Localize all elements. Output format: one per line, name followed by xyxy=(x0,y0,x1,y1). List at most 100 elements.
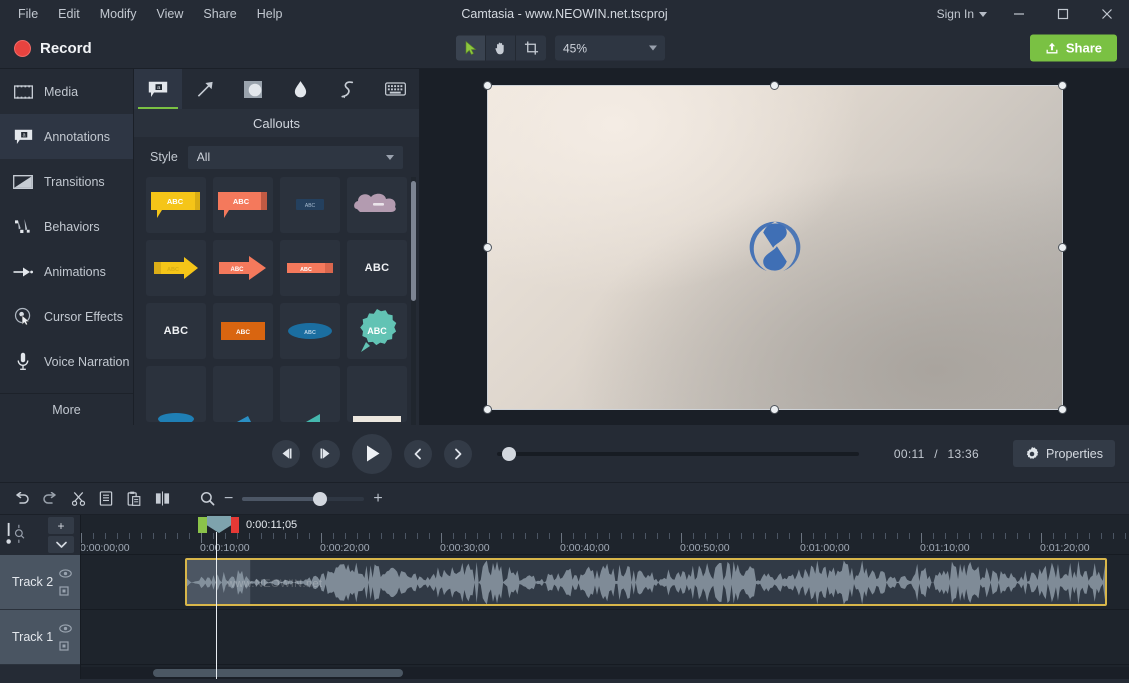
menu-item-view[interactable]: View xyxy=(147,3,194,25)
style-filter-row: Style All xyxy=(134,137,419,177)
next-marker-button[interactable] xyxy=(444,440,472,468)
minimize-button[interactable] xyxy=(997,0,1041,28)
media-clip[interactable]: www.NEOWIN.net xyxy=(185,558,1107,606)
timeline-ruler[interactable]: 0:00:00;000:00:10;000:00:20;000:00:30;00… xyxy=(81,515,1129,555)
maximize-button[interactable] xyxy=(1041,0,1085,28)
callout-thumb-1[interactable]: ABC xyxy=(146,177,206,233)
zoom-out-button[interactable]: − xyxy=(224,491,233,507)
menu-item-modify[interactable]: Modify xyxy=(90,3,147,25)
properties-button[interactable]: Properties xyxy=(1013,440,1115,467)
marker-tool-icon[interactable] xyxy=(6,522,28,548)
eye-icon[interactable] xyxy=(59,569,72,578)
playhead-marker[interactable]: 0:00:11;05 xyxy=(198,516,297,533)
sidebar-item-animations[interactable]: Animations xyxy=(0,249,133,294)
share-button[interactable]: Share xyxy=(1030,35,1117,62)
sidebar-item-annotations[interactable]: a Annotations xyxy=(0,114,133,159)
in-point-marker[interactable] xyxy=(198,517,207,533)
timeline-scrollbar-thumb[interactable] xyxy=(153,669,403,677)
tab-keystroke[interactable] xyxy=(372,69,420,109)
out-point-marker[interactable] xyxy=(231,517,239,533)
resize-handle-middle-right[interactable] xyxy=(1058,243,1067,252)
play-button[interactable] xyxy=(352,434,392,474)
resize-handle-middle-left[interactable] xyxy=(483,243,492,252)
scrub-slider-track[interactable] xyxy=(497,452,859,456)
preview-canvas-area[interactable] xyxy=(420,69,1129,425)
callout-thumb-8[interactable]: ABC xyxy=(347,240,407,296)
callout-thumb-6[interactable]: ABC xyxy=(213,240,273,296)
callout-thumb-14[interactable] xyxy=(213,366,273,422)
resize-handle-top-center[interactable] xyxy=(770,81,779,90)
previous-marker-button[interactable] xyxy=(404,440,432,468)
callout-thumb-12[interactable]: ABC xyxy=(347,303,407,359)
track-header-track-1[interactable]: Track 1 xyxy=(0,610,80,665)
previous-frame-button[interactable] xyxy=(272,440,300,468)
redo-button[interactable] xyxy=(36,486,64,512)
callout-thumb-15[interactable] xyxy=(280,366,340,422)
sidebar-item-transitions[interactable]: Transitions xyxy=(0,159,133,204)
resize-handle-bottom-left[interactable] xyxy=(483,405,492,414)
lock-icon[interactable] xyxy=(59,641,69,651)
timeline-horizontal-scrollbar[interactable] xyxy=(81,667,1129,679)
menu-item-share[interactable]: Share xyxy=(193,3,246,25)
next-frame-button[interactable] xyxy=(312,440,340,468)
callout-thumb-13[interactable] xyxy=(146,366,206,422)
hand-tool-button[interactable] xyxy=(486,36,516,61)
callout-thumb-4[interactable] xyxy=(347,177,407,233)
ruler-tick-minor xyxy=(969,533,970,539)
callout-thumb-7[interactable]: ABC xyxy=(280,240,340,296)
paste-button[interactable] xyxy=(120,486,148,512)
tab-sketch-motion[interactable] xyxy=(324,69,372,109)
playhead-handle[interactable] xyxy=(207,516,231,533)
zoom-level-select[interactable]: 45% xyxy=(555,36,665,61)
add-track-button[interactable]: + xyxy=(48,517,74,534)
magnifier-icon[interactable] xyxy=(200,491,215,506)
callout-thumb-16[interactable] xyxy=(347,366,407,422)
timeline-zoom-handle[interactable] xyxy=(313,492,327,506)
crop-tool-button[interactable] xyxy=(516,36,546,61)
resize-handle-top-left[interactable] xyxy=(483,81,492,90)
track-header-track-2[interactable]: Track 2 xyxy=(0,555,80,610)
sidebar-item-media[interactable]: Media xyxy=(0,69,133,114)
sidebar-item-behaviors[interactable]: Behaviors xyxy=(0,204,133,249)
callout-thumb-10[interactable]: ABC xyxy=(213,303,273,359)
left-sidebar: Media a Annotations Transitions xyxy=(0,69,134,425)
zoom-in-button[interactable]: + xyxy=(373,491,382,507)
scrub-slider-handle[interactable] xyxy=(502,447,516,461)
copy-button[interactable] xyxy=(92,486,120,512)
menu-item-file[interactable]: File xyxy=(8,3,48,25)
sign-in-button[interactable]: Sign In xyxy=(927,7,997,21)
callout-thumb-11[interactable]: ABC xyxy=(280,303,340,359)
sidebar-item-voice-narration[interactable]: Voice Narration xyxy=(0,339,133,384)
select-tool-button[interactable] xyxy=(456,36,486,61)
track-lane-1[interactable] xyxy=(81,610,1129,665)
resize-handle-bottom-right[interactable] xyxy=(1058,405,1067,414)
ruler-tick-minor xyxy=(585,533,586,539)
resize-handle-bottom-center[interactable] xyxy=(770,405,779,414)
tab-callouts[interactable]: a xyxy=(134,69,182,109)
callout-thumb-9[interactable]: ABC xyxy=(146,303,206,359)
tab-shapes[interactable] xyxy=(229,69,277,109)
timeline-zoom-slider[interactable] xyxy=(242,497,364,501)
lock-icon[interactable] xyxy=(59,586,69,596)
eye-icon[interactable] xyxy=(59,624,72,633)
resize-handle-top-right[interactable] xyxy=(1058,81,1067,90)
style-select[interactable]: All xyxy=(188,146,403,169)
panel-scrollbar-thumb[interactable] xyxy=(411,181,416,301)
menu-item-edit[interactable]: Edit xyxy=(48,3,90,25)
track-lane-2[interactable]: www.NEOWIN.net xyxy=(81,555,1129,610)
menu-item-help[interactable]: Help xyxy=(247,3,293,25)
preview-canvas[interactable] xyxy=(487,85,1063,410)
cut-button[interactable] xyxy=(64,486,92,512)
tab-blur[interactable] xyxy=(277,69,325,109)
tab-arrows[interactable] xyxy=(182,69,230,109)
split-button[interactable] xyxy=(148,486,176,512)
close-button[interactable] xyxy=(1085,0,1129,28)
callout-thumb-3[interactable]: ABC xyxy=(280,177,340,233)
collapse-tracks-button[interactable] xyxy=(48,536,74,553)
undo-button[interactable] xyxy=(8,486,36,512)
sidebar-more-button[interactable]: More xyxy=(0,393,133,425)
record-button[interactable]: Record xyxy=(0,40,92,57)
sidebar-item-cursor-effects[interactable]: Cursor Effects xyxy=(0,294,133,339)
callout-thumb-2[interactable]: ABC xyxy=(213,177,273,233)
callout-thumb-5[interactable]: ABC xyxy=(146,240,206,296)
